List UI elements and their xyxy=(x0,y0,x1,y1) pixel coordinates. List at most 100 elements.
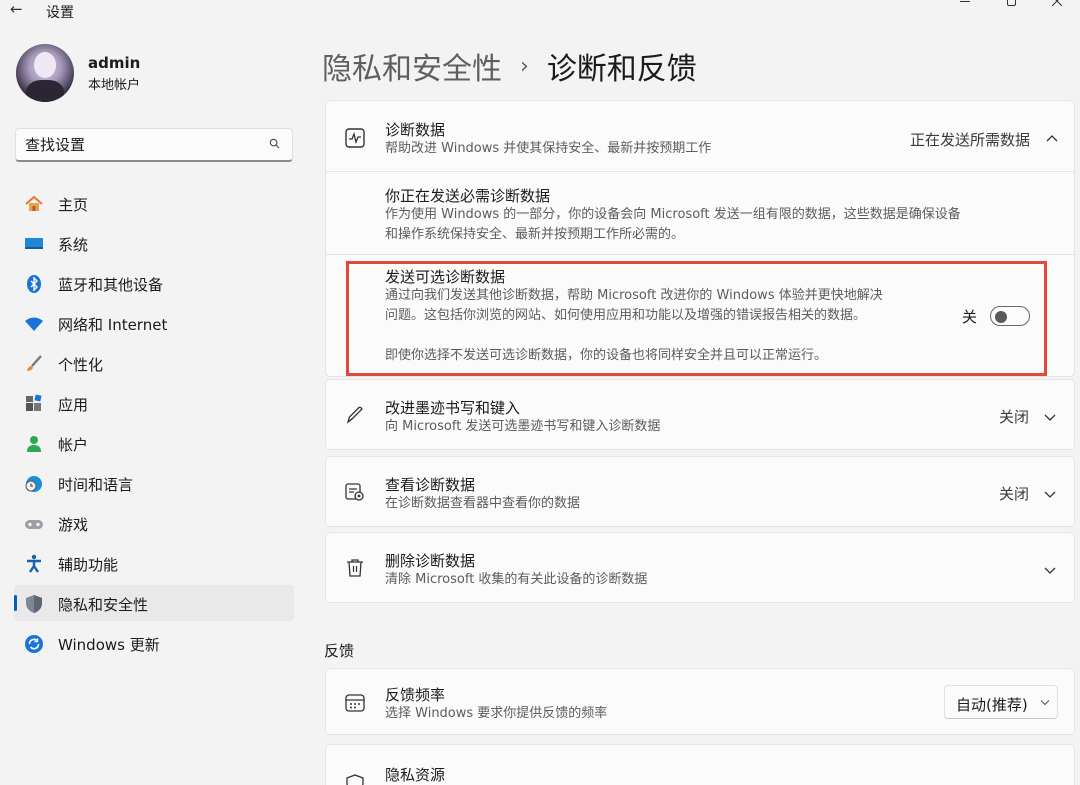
sidebar-item-label: 应用 xyxy=(58,396,89,414)
inking-title: 改进墨迹书写和键入 xyxy=(385,399,521,417)
diagnostic-data-description: 帮助改进 Windows 并使其保持安全、最新并按预期工作 xyxy=(385,141,712,156)
sidebar-item-privacy-security[interactable]: 隐私和安全性 xyxy=(14,585,294,621)
breadcrumb-separator: › xyxy=(520,53,529,79)
delete-diagnostic-data-card[interactable]: 删除诊断数据 清除 Microsoft 收集的有关此设备的诊断数据 xyxy=(325,532,1075,603)
minimize-icon xyxy=(960,0,970,2)
user-profile[interactable]: admin 本地帐户 xyxy=(16,44,140,102)
wifi-icon xyxy=(24,314,44,334)
sidebar-item-label: 主页 xyxy=(58,196,89,214)
window-title: 设置 xyxy=(46,5,74,21)
main-content: 隐私和安全性 › 诊断和反馈 诊断数据 帮助改进 Windows 并使其保持安全… xyxy=(310,24,1080,785)
highlight-annotation xyxy=(346,261,1047,376)
delete-data-description: 清除 Microsoft 收集的有关此设备的诊断数据 xyxy=(385,572,648,587)
avatar xyxy=(16,44,74,102)
sidebar-item-label: 游戏 xyxy=(58,516,89,534)
divider xyxy=(326,171,1076,172)
home-icon xyxy=(24,194,44,214)
sidebar-item-home[interactable]: 主页 xyxy=(14,185,294,221)
feedback-frequency-title: 反馈频率 xyxy=(385,686,446,704)
view-diagnostic-data-card[interactable]: 查看诊断数据 在诊断数据查看器中查看你的数据 关闭 xyxy=(325,456,1075,527)
brush-icon xyxy=(24,354,44,374)
diagnostic-data-title: 诊断数据 xyxy=(385,121,446,139)
sidebar-item-windows-update[interactable]: Windows 更新 xyxy=(14,625,294,661)
sidebar-item-personalization[interactable]: 个性化 xyxy=(14,345,294,381)
diagnostic-data-header[interactable]: 诊断数据 帮助改进 Windows 并使其保持安全、最新并按预期工作 正在发送所… xyxy=(326,101,1076,171)
back-button[interactable]: ← xyxy=(10,0,32,20)
chevron-down-icon xyxy=(1044,491,1056,498)
privacy-resources-title: 隐私资源 xyxy=(385,766,446,784)
inking-value: 关闭 xyxy=(998,408,1029,426)
feedback-frequency-description: 选择 Windows 要求你提供反馈的频率 xyxy=(385,706,608,721)
shield-icon xyxy=(24,594,44,614)
globe-clock-icon xyxy=(24,474,44,494)
view-data-description: 在诊断数据查看器中查看你的数据 xyxy=(385,496,581,511)
bluetooth-icon xyxy=(24,274,44,294)
update-icon xyxy=(24,634,44,654)
account-icon xyxy=(24,434,44,454)
shield-outline-icon xyxy=(346,774,364,785)
chevron-down-icon xyxy=(1040,700,1050,706)
sidebar-item-gaming[interactable]: 游戏 xyxy=(14,505,294,541)
required-data-description-line1: 作为使用 Windows 的一部分，你的设备会向 Microsoft 发送一组有… xyxy=(385,207,961,222)
chevron-down-icon xyxy=(1044,414,1056,421)
sidebar-item-accounts[interactable]: 帐户 xyxy=(14,425,294,461)
data-viewer-icon xyxy=(345,483,364,501)
feedback-frequency-card: 反馈频率 选择 Windows 要求你提供反馈的频率 自动(推荐) xyxy=(325,668,1075,735)
view-data-value: 关闭 xyxy=(998,485,1029,503)
inking-typing-card[interactable]: 改进墨迹书写和键入 向 Microsoft 发送可选墨迹书写和键入诊断数据 关闭 xyxy=(325,379,1075,450)
privacy-resources-card[interactable]: 隐私资源 xyxy=(325,744,1075,785)
sidebar-item-accessibility[interactable]: 辅助功能 xyxy=(14,545,294,581)
sidebar-item-time-language[interactable]: 时间和语言 xyxy=(14,465,294,501)
breadcrumb: 隐私和安全性 › 诊断和反馈 xyxy=(322,44,697,88)
sidebar-item-label: 个性化 xyxy=(58,356,104,374)
title-bar: ← 设置 xyxy=(0,0,1080,24)
sidebar-item-label: Windows 更新 xyxy=(58,636,160,654)
profile-name: admin xyxy=(88,53,141,72)
window-controls xyxy=(942,0,1080,10)
gamepad-icon xyxy=(24,514,44,534)
pen-icon xyxy=(346,406,363,424)
feedback-frequency-dropdown[interactable]: 自动(推荐) xyxy=(944,685,1058,719)
sidebar-item-bluetooth[interactable]: 蓝牙和其他设备 xyxy=(14,265,294,301)
close-icon xyxy=(1052,0,1062,6)
profile-account-type: 本地帐户 xyxy=(88,77,141,93)
sidebar-item-label: 隐私和安全性 xyxy=(58,596,149,614)
settings-window: ← 设置 admin 本地帐户 查找设置 主页 系统 蓝牙和其他设备 网络和 I… xyxy=(0,0,1080,785)
divider xyxy=(326,254,1076,255)
maximize-button[interactable] xyxy=(988,0,1034,10)
sidebar-item-system[interactable]: 系统 xyxy=(14,225,294,261)
sidebar-item-label: 蓝牙和其他设备 xyxy=(58,276,164,294)
diagnostic-data-status: 正在发送所需数据 xyxy=(909,131,1030,149)
sidebar-item-label: 时间和语言 xyxy=(58,476,134,494)
chevron-up-icon[interactable] xyxy=(1044,131,1060,147)
required-data-description-line2: 和操作系统保持安全、最新并按预期工作所必需的。 xyxy=(385,227,685,242)
search-icon[interactable] xyxy=(269,138,280,149)
inking-description: 向 Microsoft 发送可选墨迹书写和键入诊断数据 xyxy=(385,419,661,434)
feedback-section-title: 反馈 xyxy=(324,642,355,660)
calendar-icon xyxy=(345,694,365,712)
sidebar-item-apps[interactable]: 应用 xyxy=(14,385,294,421)
close-button[interactable] xyxy=(1034,0,1080,10)
sidebar-item-network[interactable]: 网络和 Internet xyxy=(14,305,294,341)
apps-icon xyxy=(24,394,44,414)
system-icon xyxy=(24,234,44,254)
back-arrow-icon: ← xyxy=(10,0,23,18)
page-title: 诊断和反馈 xyxy=(546,52,697,87)
sidebar-item-label: 帐户 xyxy=(58,436,89,454)
sidebar-item-label: 网络和 Internet xyxy=(58,316,168,334)
sidebar: admin 本地帐户 主页 系统 xyxy=(0,24,310,785)
nav-list: 主页 系统 蓝牙和其他设备 网络和 Internet 个性化 应用 帐户 时间和… xyxy=(14,185,294,665)
search-input[interactable] xyxy=(25,133,255,157)
breadcrumb-parent[interactable]: 隐私和安全性 xyxy=(322,44,502,88)
activity-chart-icon xyxy=(345,128,365,148)
chevron-down-icon xyxy=(1044,567,1056,574)
delete-data-title: 删除诊断数据 xyxy=(385,552,476,570)
sidebar-item-label: 系统 xyxy=(58,236,89,254)
view-data-title: 查看诊断数据 xyxy=(385,476,476,494)
sidebar-item-label: 辅助功能 xyxy=(58,556,119,574)
dropdown-selected-value: 自动(推荐) xyxy=(956,696,1028,714)
trash-icon xyxy=(347,559,363,577)
accessibility-icon xyxy=(24,554,44,574)
maximize-icon xyxy=(1006,0,1016,6)
minimize-button[interactable] xyxy=(942,0,988,10)
